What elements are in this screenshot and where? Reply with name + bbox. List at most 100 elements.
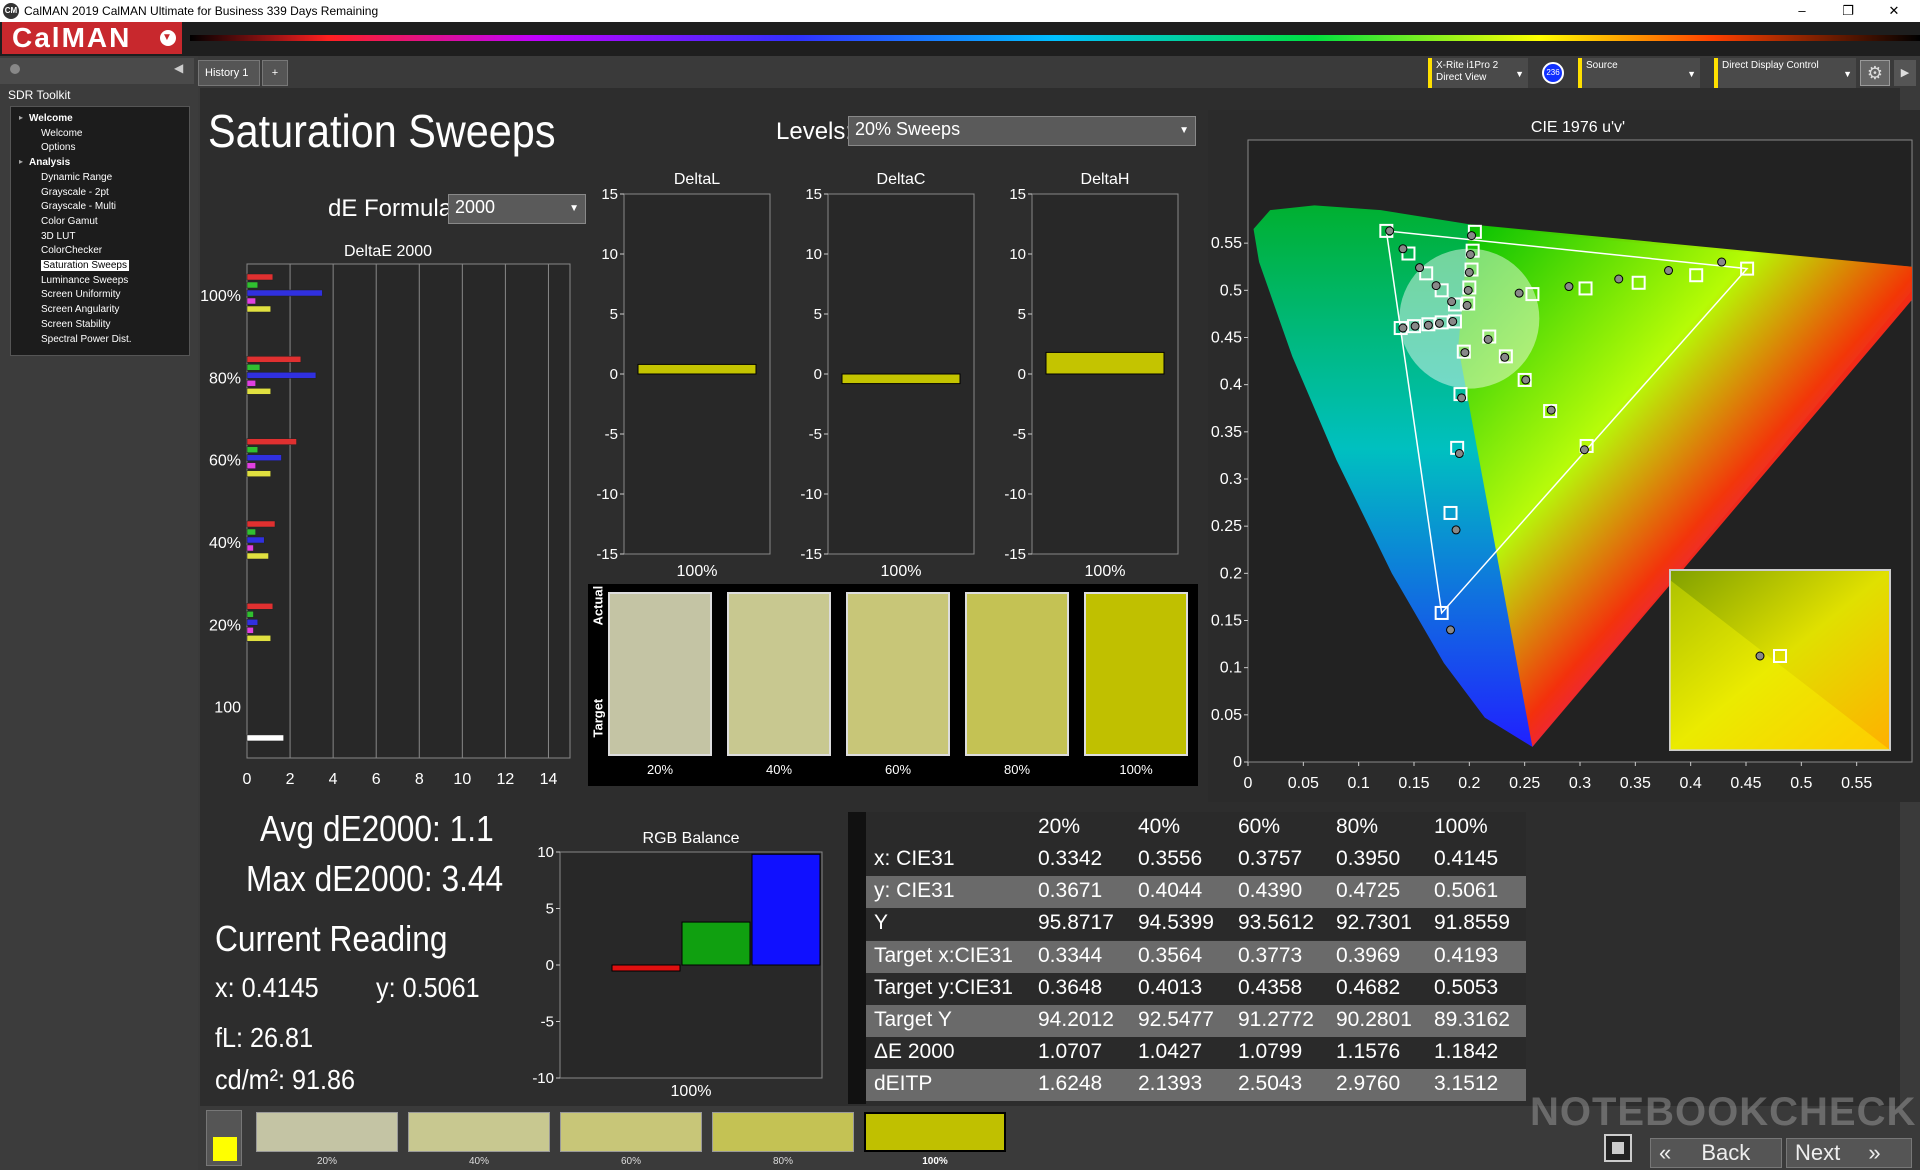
deltae-x-tick: 10 [453,771,471,784]
tree-item-colorchecker[interactable]: ColorChecker [41,245,102,256]
table-cell: 1.1576 [1336,1040,1401,1064]
de-formula-dropdown[interactable]: 2000 ▼ [448,194,586,224]
table-cell: 0.3564 [1138,943,1203,967]
tree-item-color-gamut[interactable]: Color Gamut [41,216,98,227]
delta-y-tick: 15 [1009,186,1026,203]
cie-y-tick: 0.15 [1211,612,1242,629]
table-cell: 0.4390 [1238,879,1303,903]
tree-item-grayscale-2pt[interactable]: Grayscale - 2pt [41,187,109,198]
pin-icon[interactable] [10,64,20,74]
table-row: dEITP 1.6248 2.1393 2.5043 2.9760 3.1512 [848,1069,1526,1102]
delta-y-tick: -15 [800,546,822,563]
workflow-tree: Welcome ▸ Welcome Options Analysis ▸ Dynamic R… [10,106,190,356]
measured-marker [1462,300,1472,310]
bottom-swatch[interactable] [408,1112,550,1152]
table-cell: 2.9760 [1336,1072,1401,1096]
tree-item-screen-uniformity[interactable]: Screen Uniformity [41,289,120,300]
deltaH-chart: DeltaH 15 10 5 0 -5 -10 -15 100% [1004,171,1179,580]
tab-history-1[interactable]: History 1 [198,60,260,86]
source-selector[interactable]: Source ▼ [1578,58,1700,88]
collapse-arrow-icon[interactable]: ◀ [174,61,183,75]
table-cell: 0.3773 [1238,943,1303,967]
cie-x-tick: 0.55 [1841,775,1872,792]
color-swatch [965,592,1069,756]
cie-y-tick: 0.55 [1211,235,1242,252]
reading-cdm2: cd/m²: 91.86 [215,1064,356,1095]
tree-item-analysis[interactable]: Analysis ▸ [19,157,70,168]
tree-item-screen-angularity[interactable]: Screen Angularity [41,304,119,315]
bottom-swatch[interactable] [712,1112,854,1152]
bottom-swatch[interactable] [560,1112,702,1152]
table-cell: 0.3344 [1038,943,1103,967]
measured-marker [1460,348,1470,358]
tree-item-dynamic-range[interactable]: Dynamic Range [41,172,112,183]
delta-y-tick: 0 [814,366,822,383]
settings-gear-icon[interactable]: ⚙ [1860,60,1890,86]
table-row: x: CIE31 0.3342 0.3556 0.3757 0.3950 0.4145 [848,844,1526,876]
color-swatch [727,592,831,756]
meter-selector[interactable]: X-Rite i1Pro 2 Direct View ▼ [1428,58,1528,88]
tree-item-screen-stability[interactable]: Screen Stability [41,319,110,330]
measured-marker [1467,231,1477,241]
deltae-x-tick: 8 [415,771,424,784]
color-swatch-panel: Actual Target 20% 40% 60% 80% 100% [588,584,1198,786]
tree-item-saturation-sweeps[interactable]: Saturation Sweeps [41,260,129,271]
rgb-y-tick: 0 [546,957,554,974]
tree-item-welcome[interactable]: Welcome [41,128,83,139]
deltae-chart-title: DeltaE 2000 [344,243,432,260]
table-row: Target x:CIE31 0.3344 0.3564 0.3773 0.3969 0.… [848,940,1526,973]
next-button[interactable]: Next » [1786,1138,1912,1168]
rgb-y-tick: -10 [532,1070,554,1087]
deltae-category-label: 40% [209,535,241,552]
current-reading-heading: Current Reading [215,918,448,959]
deltae-bar [246,289,323,297]
next-arrow-icon: » [1868,1140,1881,1165]
actual-label: Actual [590,585,606,626]
measured-marker [1454,449,1464,459]
levels-dropdown[interactable]: 20% Sweeps ▼ [848,116,1196,146]
expand-arrow-icon[interactable]: ▶ [1894,60,1916,86]
table-header-row: 20% 40% 60% 80% 100% [848,812,1526,844]
delta-bar [1045,351,1165,375]
calman-menu-button[interactable]: CalMAN ▼ [2,22,182,54]
rgb-chart-title: RGB Balance [643,830,740,847]
tree-item-luminance-sweeps[interactable]: Luminance Sweeps [41,275,128,286]
minimize-button[interactable]: – [1780,0,1824,22]
deltae-category-label: 60% [209,453,241,470]
table-cell: 3.1512 [1434,1072,1499,1096]
tree-item-spectral-power-dist-[interactable]: Spectral Power Dist. [41,334,132,345]
tree-item-grayscale-multi[interactable]: Grayscale - Multi [41,201,116,212]
add-tab-button[interactable]: + [262,60,288,86]
back-button[interactable]: « Back [1650,1138,1782,1168]
table-cell: 1.0707 [1038,1040,1103,1064]
meter-status-badge: 236 [1542,62,1564,84]
cie-x-tick: 0.3 [1569,775,1591,792]
bottom-swatch-label: 80% [772,1156,793,1167]
avg-de: Avg dE2000: 1.1 [260,808,494,849]
expand-arrow-icon[interactable]: ▸ [19,113,23,122]
deltae-bar [246,536,265,544]
tree-item-welcome[interactable]: Welcome ▸ [19,113,73,124]
close-button[interactable]: ✕ [1872,0,1916,22]
deltae-x-tick: 2 [286,771,295,784]
stop-button[interactable] [1604,1134,1632,1162]
measured-marker [1446,625,1456,635]
deltae-bar [246,446,259,453]
display-selector[interactable]: Direct Display Control ▼ [1714,58,1856,88]
color-swatch-label: 40% [765,762,793,777]
deltae-bar [246,356,302,363]
rgb-bar [751,853,821,966]
tree-item-3d-lut[interactable]: 3D LUT [41,231,75,242]
bottom-swatch[interactable] [864,1112,1006,1152]
deltae-bar [246,635,271,642]
table-cell: 0.4682 [1336,975,1401,999]
deltae-bar [246,462,256,469]
restore-button[interactable]: ❐ [1826,0,1870,22]
deltae-bar [246,438,297,445]
deltae-bar [246,627,254,634]
bottom-swatch[interactable] [256,1112,398,1152]
table-cell: 95.8717 [1038,911,1114,935]
expand-arrow-icon[interactable]: ▸ [19,157,23,166]
tree-item-options[interactable]: Options [41,142,75,153]
next-label: Next [1795,1140,1841,1165]
